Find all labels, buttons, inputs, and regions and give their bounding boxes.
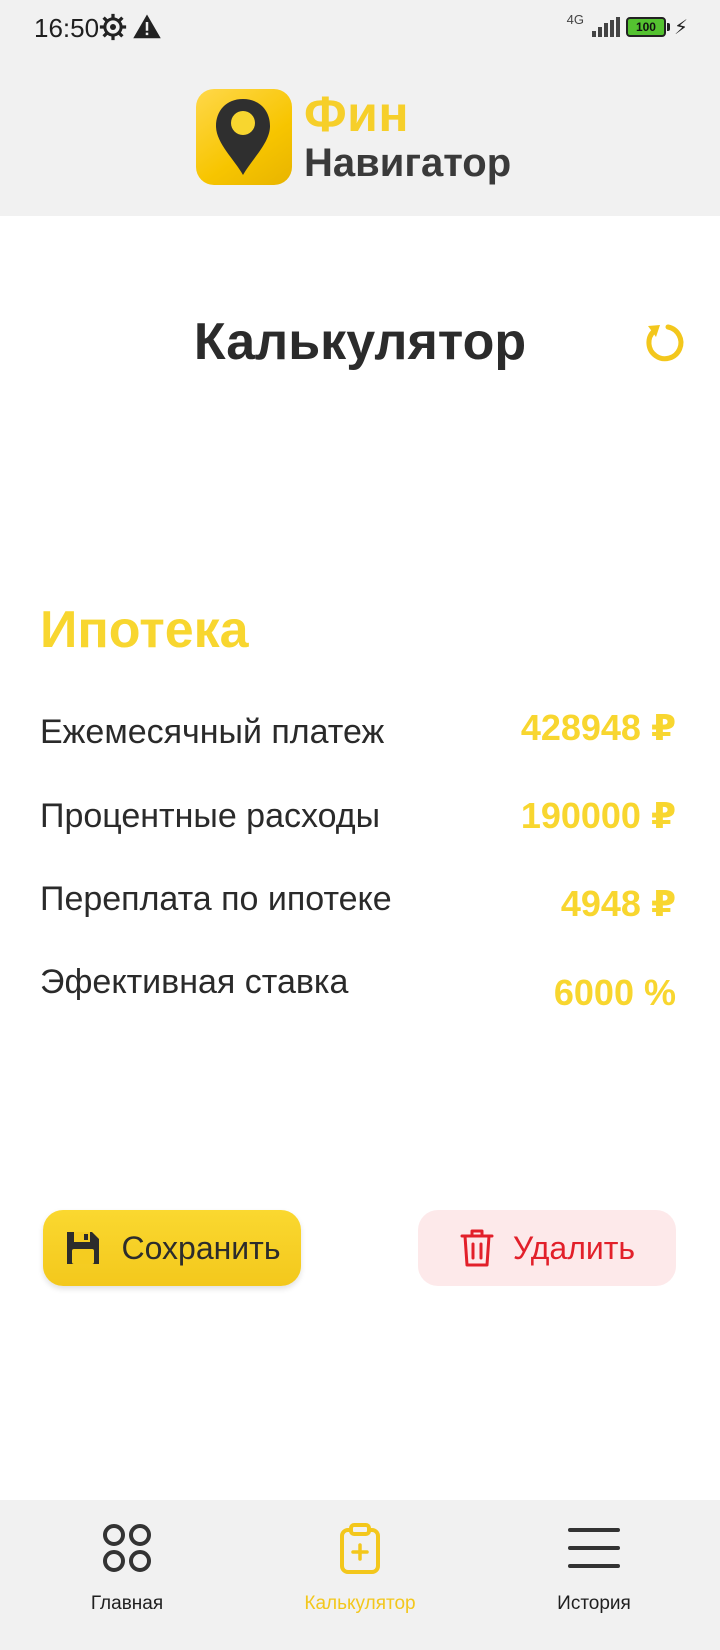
logo-icon bbox=[196, 89, 292, 185]
interest-expenses-value: 190000 ₽ bbox=[520, 795, 676, 836]
delete-button-label: Удалить bbox=[512, 1229, 636, 1266]
reset-icon[interactable] bbox=[638, 318, 686, 366]
logo-text-primary: Фин bbox=[304, 86, 410, 142]
interest-expenses-label: Процентные расходы bbox=[40, 797, 381, 835]
nav-label-calculator: Калькулятор bbox=[304, 1593, 416, 1614]
map-pin-icon bbox=[216, 99, 270, 175]
warning-icon bbox=[133, 14, 161, 39]
clipboard-plus-icon bbox=[340, 1523, 380, 1574]
battery-icon: 100 bbox=[625, 17, 670, 37]
nav-item-history[interactable]: История bbox=[474, 1500, 714, 1650]
save-button-label: Сохранить bbox=[121, 1229, 281, 1266]
nav-item-home[interactable]: Главная bbox=[7, 1500, 247, 1650]
status-indicators: 4G 100 ⚡ bbox=[567, 12, 688, 42]
effective-rate-label: Эфективная ставка bbox=[40, 963, 349, 1001]
nav-label-home: Главная bbox=[90, 1593, 164, 1614]
nav-label-history: История bbox=[557, 1593, 631, 1614]
trash-icon bbox=[460, 1229, 494, 1267]
nav-item-calculator[interactable]: Калькулятор bbox=[240, 1500, 480, 1650]
signal-icon bbox=[591, 17, 620, 37]
grid-icon bbox=[103, 1524, 151, 1572]
logo-text-secondary: Навигатор bbox=[304, 141, 512, 185]
overpayment-value: 4948 ₽ bbox=[560, 883, 676, 924]
settings-gear-icon bbox=[99, 13, 127, 41]
page-title: Калькулятор bbox=[193, 313, 527, 371]
monthly-payment-label: Ежемесячный платеж bbox=[40, 713, 385, 751]
save-button[interactable]: Сохранить bbox=[43, 1210, 301, 1286]
floppy-disk-icon bbox=[67, 1232, 100, 1264]
charging-icon: ⚡ bbox=[673, 16, 688, 39]
menu-icon bbox=[568, 1528, 620, 1568]
overpayment-label: Переплата по ипотеке bbox=[40, 880, 392, 918]
monthly-payment-value: 428948 ₽ bbox=[520, 707, 676, 748]
status-time: 16:50 bbox=[34, 13, 100, 43]
delete-button[interactable]: Удалить bbox=[418, 1210, 676, 1286]
section-title: Ипотека bbox=[40, 601, 249, 659]
bottom-navigation: Главная Калькулятор История bbox=[0, 1500, 720, 1650]
effective-rate-value: 6000 % bbox=[553, 972, 676, 1013]
network-type: 4G bbox=[566, 12, 584, 27]
